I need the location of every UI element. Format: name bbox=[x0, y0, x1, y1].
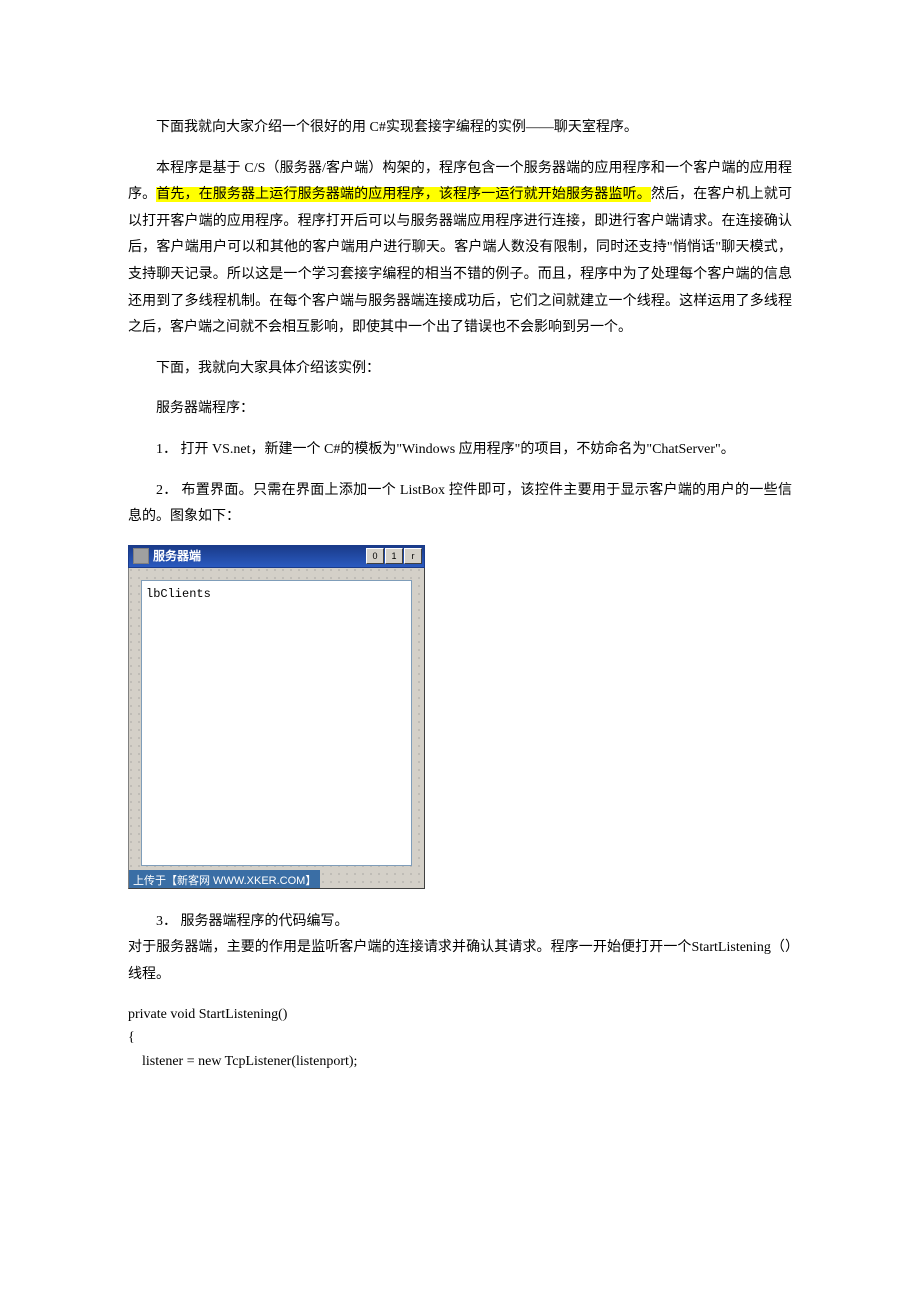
design-surface: lbClients 上传于【新客网 WWW.XKER.COM】 bbox=[128, 568, 425, 889]
paragraph-step-3: 3． 服务器端程序的代码编写。 bbox=[128, 909, 792, 936]
watermark-label: 上传于【新客网 WWW.XKER.COM】 bbox=[129, 870, 320, 888]
paragraph-intro: 下面我就向大家介绍一个很好的用 C#实现套接字编程的实例——聊天室程序。 bbox=[128, 115, 792, 142]
code-line-1: private void StartListening() bbox=[128, 1007, 287, 1022]
code-line-3: listener = new TcpListener(listenport); bbox=[128, 1054, 357, 1069]
document-page: 下面我就向大家介绍一个很好的用 C#实现套接字编程的实例——聊天室程序。 本程序… bbox=[0, 0, 920, 1302]
minimize-button[interactable]: 0 bbox=[366, 548, 384, 564]
app-icon bbox=[133, 548, 149, 564]
paragraph-step-1: 1． 打开 VS.net，新建一个 C#的模板为"Windows 应用程序"的项… bbox=[128, 437, 792, 464]
paragraph-step-3-body: 对于服务器端，主要的作用是监听客户端的连接请求并确认其请求。程序一开始便打开一个… bbox=[128, 935, 792, 988]
overview-text-b: 然后，在客户机上就可以打开客户端的应用程序。程序打开后可以与服务器端应用程序进行… bbox=[128, 187, 792, 335]
maximize-button[interactable]: 1 bbox=[385, 548, 403, 564]
close-button[interactable]: r bbox=[404, 548, 422, 564]
window-titlebar: 服务器端 0 1 r bbox=[128, 545, 425, 568]
highlighted-text: 首先，在服务器上运行服务器端的应用程序，该程序一运行就开始服务器监听。 bbox=[156, 187, 651, 202]
designer-screenshot: 服务器端 0 1 r lbClients 上传于【新客网 WWW.XKER.CO… bbox=[128, 545, 425, 889]
code-line-2: { bbox=[128, 1030, 135, 1045]
paragraph-overview: 本程序是基于 C/S（服务器/客户端）构架的，程序包含一个服务器端的应用程序和一… bbox=[128, 156, 792, 342]
code-block: private void StartListening() { listener… bbox=[128, 1003, 792, 1074]
paragraph-lead-in: 下面，我就向大家具体介绍该实例： bbox=[128, 356, 792, 383]
paragraph-step-2: 2． 布置界面。只需在界面上添加一个 ListBox 控件即可，该控件主要用于显… bbox=[128, 478, 792, 531]
listbox-control[interactable]: lbClients bbox=[141, 580, 412, 866]
window-buttons: 0 1 r bbox=[366, 548, 422, 564]
window-title: 服务器端 bbox=[153, 545, 366, 568]
paragraph-server-heading: 服务器端程序： bbox=[128, 396, 792, 423]
